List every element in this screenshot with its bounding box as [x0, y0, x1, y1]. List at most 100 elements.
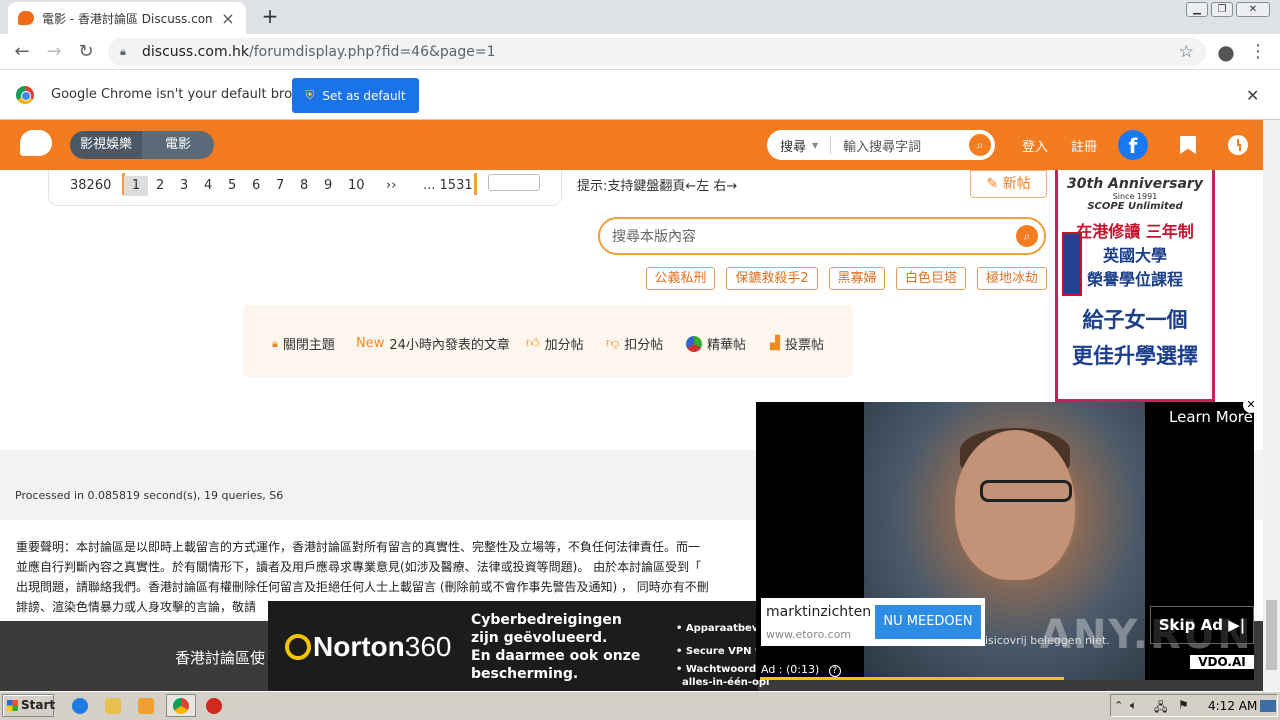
- register-link[interactable]: 註冊: [1071, 136, 1097, 155]
- hot-tag[interactable]: 公義私刑: [646, 267, 715, 290]
- info-icon[interactable]: ?: [828, 665, 841, 677]
- thread-count: 38260: [70, 178, 112, 193]
- vendor-logo: VDO.AI: [1190, 655, 1254, 669]
- minimize-button[interactable]: ▁: [1186, 2, 1208, 17]
- thumbs-up-icon: 👍︎: [526, 336, 540, 351]
- page-link[interactable]: 10: [348, 176, 365, 196]
- lock-icon: 🔒︎: [120, 45, 126, 58]
- bookmark-star-icon[interactable]: ☆: [1179, 42, 1194, 62]
- norton-headline-line: En daarmee ook onze: [471, 648, 641, 664]
- cta-button[interactable]: NU MEEDOEN: [875, 605, 981, 639]
- network-icon[interactable]: 🖧︎: [1154, 698, 1167, 719]
- board-search-input[interactable]: 搜尋本版內容 ⌕: [598, 217, 1046, 255]
- next-page-link[interactable]: ››: [386, 176, 396, 196]
- flag-icon[interactable]: ⚑: [1178, 698, 1189, 712]
- browser-tab[interactable]: 電影 - 香港討論區 Discuss.com.hk - ×: [8, 2, 246, 34]
- page-link[interactable]: 6: [252, 176, 260, 196]
- category-movies[interactable]: 電影: [142, 131, 214, 159]
- ad-timer-text: Ad : (0:13): [761, 663, 820, 676]
- hot-tag[interactable]: 保鑣救殺手2: [726, 267, 818, 290]
- divider: [830, 136, 832, 154]
- new-tab-button[interactable]: +: [258, 4, 282, 28]
- search-scope-select[interactable]: 搜尋: [780, 136, 806, 155]
- disclaimer-line: 出現問題，請聯絡我們。香港討論區有權刪除任何留言及拒絕任何人士上載留言 (刪除前…: [16, 580, 709, 594]
- learn-more-link[interactable]: Learn More: [1169, 408, 1253, 426]
- ad-since: Since 1991: [1112, 192, 1158, 201]
- header-search[interactable]: 搜尋 ▼ 輸入搜尋字詞 ⌕: [767, 130, 995, 160]
- hot-tag[interactable]: 白色巨塔: [896, 267, 966, 290]
- category-entertainment[interactable]: 影視娛樂: [70, 131, 142, 159]
- internet-explorer-icon[interactable]: [72, 698, 88, 714]
- skip-ad-button[interactable]: Skip Ad ▶|: [1150, 606, 1254, 644]
- search-icon[interactable]: ⌕: [1016, 225, 1038, 247]
- page-link[interactable]: 5: [228, 176, 236, 196]
- page-link[interactable]: 3: [180, 176, 188, 196]
- lock-icon: 🔒︎: [272, 336, 278, 350]
- tray-expand-icon[interactable]: ⌃: [1114, 699, 1123, 712]
- norton-logo: Norton360: [285, 631, 451, 663]
- new-badge: New: [356, 336, 385, 351]
- header-search-input[interactable]: 輸入搜尋字詞: [843, 136, 969, 155]
- page-link[interactable]: 4: [204, 176, 212, 196]
- page-link[interactable]: 2: [156, 176, 164, 196]
- ad-slogan-line: 給子女一個: [1082, 308, 1188, 332]
- close-ad-icon[interactable]: ✕: [1243, 397, 1259, 413]
- legend-poll: ▟ 投票帖: [770, 334, 824, 353]
- norton-headline-line: Cyberbedreigingen: [471, 612, 622, 628]
- restore-button[interactable]: ❐: [1211, 2, 1233, 17]
- url-host: discuss.com.hk: [142, 44, 250, 60]
- page-link-current[interactable]: 1: [124, 176, 148, 196]
- volume-icon[interactable]: 🔈︎: [1130, 698, 1137, 713]
- folder-icon[interactable]: [105, 698, 121, 714]
- close-tab-icon[interactable]: ×: [220, 9, 236, 28]
- back-icon[interactable]: ←: [10, 40, 34, 64]
- address-bar[interactable]: 🔒︎ discuss.com.hk/forumdisplay.php?fid=4…: [108, 38, 1206, 66]
- page-link[interactable]: 8: [300, 176, 308, 196]
- tab-title: 電影 - 香港討論區 Discuss.com.hk -: [42, 11, 212, 26]
- infobar-message: Google Chrome isn't your default browser: [51, 87, 323, 102]
- chrome-logo-icon: [16, 86, 34, 104]
- scrollbar-thumb[interactable]: [1266, 600, 1277, 670]
- last-page-link[interactable]: ... 1531: [423, 176, 473, 196]
- ad-slogan: 給子女一個 更佳升學選擇: [1058, 302, 1212, 374]
- disclaimer-line: 誹謗、渲染色情暴力或人身攻擊的言論，敬請: [16, 600, 257, 614]
- close-window-button[interactable]: ✕: [1236, 2, 1270, 17]
- legend-new-label: 24小時內發表的文章: [389, 338, 510, 353]
- site-logo-icon[interactable]: [20, 130, 52, 156]
- disclaimer-line: 並應自行判斷內容之真實性。於有關情形下，讀者及用戶應尋求專業意見(如涉及醫療、法…: [16, 560, 702, 574]
- reload-icon[interactable]: ↻: [74, 40, 98, 64]
- search-icon[interactable]: ⌕: [969, 134, 991, 156]
- history-clock-icon[interactable]: [1228, 135, 1248, 155]
- set-as-default-button[interactable]: ⛨ Set as default: [292, 78, 419, 113]
- skip-next-icon: ▶|: [1228, 616, 1246, 634]
- url-path: /forumdisplay.php?fid=46&page=1: [249, 44, 496, 60]
- digest-gem-icon: [686, 335, 702, 352]
- facebook-icon[interactable]: f: [1118, 130, 1148, 160]
- chrome-icon: [173, 698, 189, 714]
- login-link[interactable]: 登入: [1022, 136, 1048, 155]
- norton-brand: Norton: [313, 631, 405, 662]
- page-link[interactable]: 9: [324, 176, 332, 196]
- infobar-close-icon[interactable]: ✕: [1246, 86, 1259, 105]
- page-jump-input[interactable]: [488, 174, 540, 191]
- video-person-face: [955, 430, 1075, 580]
- menu-icon[interactable]: ⋮: [1246, 40, 1270, 64]
- security-app-icon[interactable]: [206, 698, 222, 714]
- board-search-placeholder: 搜尋本版內容: [612, 229, 696, 245]
- media-player-icon[interactable]: [138, 698, 154, 714]
- start-button[interactable]: Start: [2, 694, 55, 717]
- hot-tag[interactable]: 極地冰劫: [977, 267, 1047, 290]
- page-scrollbar[interactable]: [1263, 120, 1280, 691]
- legend-digest-label: 精華帖: [707, 338, 747, 353]
- hot-tag[interactable]: 黑寡婦: [829, 267, 885, 290]
- site-favicon-icon: [18, 11, 34, 25]
- skip-ad-label: Skip Ad: [1158, 616, 1223, 634]
- show-desktop-icon[interactable]: [1260, 700, 1276, 712]
- new-post-button[interactable]: ✎ 新帖: [970, 170, 1047, 198]
- forward-icon[interactable]: →: [42, 40, 66, 64]
- advertiser-name: marktinzichten: [766, 604, 872, 620]
- page-link[interactable]: 7: [276, 176, 284, 196]
- taskbar-clock: 4:12 AM: [1208, 699, 1258, 713]
- legend-minus-label: 扣分帖: [624, 338, 664, 353]
- profile-icon[interactable]: ●: [1214, 40, 1238, 64]
